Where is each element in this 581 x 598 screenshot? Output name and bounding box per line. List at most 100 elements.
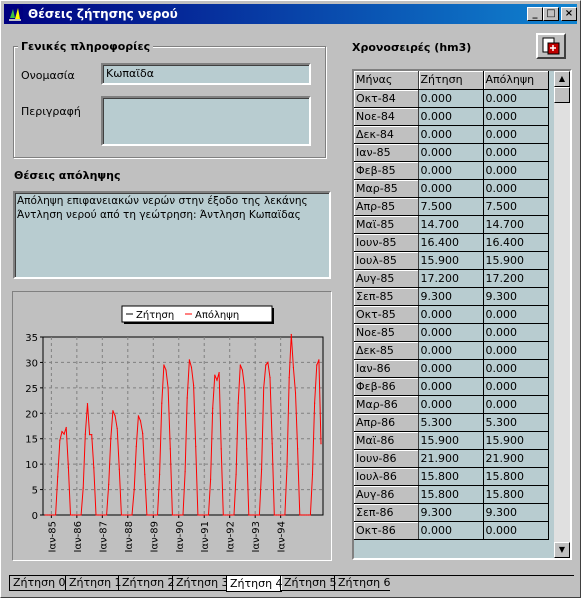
scroll-thumb[interactable] [554,87,570,103]
demand-cell[interactable]: 0.000 [418,161,484,180]
row-month-cell[interactable]: Φεβ-86 [354,377,419,396]
abstraction-list[interactable]: Απόληψη επιφανειακών νερών στην έξοδο τη… [13,191,331,279]
demand-cell[interactable]: 17.200 [418,269,484,288]
abstraction-cell[interactable]: 9.300 [483,503,549,522]
abstraction-cell[interactable]: 16.400 [483,233,549,252]
abstraction-cell[interactable]: 7.500 [483,197,549,216]
abstraction-cell[interactable]: 5.300 [483,413,549,432]
row-month-cell[interactable]: Φεβ-85 [354,161,419,180]
row-month-cell[interactable]: Οκτ-84 [354,89,419,108]
demand-cell[interactable]: 0.000 [418,323,484,342]
grid-scrollbar[interactable]: ▲ ▼ [554,71,570,558]
row-month-cell[interactable]: Μαρ-85 [354,179,419,198]
demand-cell[interactable]: 0.000 [418,179,484,198]
row-month-cell[interactable]: Σεπ-86 [354,503,419,522]
demand-cell[interactable]: 15.800 [418,467,484,486]
table-row[interactable]: Ιουλ-85 15.900 15.900 [354,251,549,270]
abstraction-cell[interactable]: 0.000 [483,161,549,180]
abstraction-cell[interactable]: 0.000 [483,323,549,342]
table-row[interactable]: Δεκ-85 0.000 0.000 [354,341,549,360]
table-row[interactable]: Νοε-85 0.000 0.000 [354,323,549,342]
demand-cell[interactable]: 14.700 [418,215,484,234]
column-header-abstraction[interactable]: Απόληψη [483,71,549,90]
row-month-cell[interactable]: Νοε-84 [354,107,419,126]
column-header-demand[interactable]: Ζήτηση [418,71,484,90]
table-row[interactable]: Σεπ-85 9.300 9.300 [354,287,549,306]
abstraction-cell[interactable]: 0.000 [483,89,549,108]
demand-cell[interactable]: 21.900 [418,449,484,468]
demand-cell[interactable]: 0.000 [418,107,484,126]
table-row[interactable]: Οκτ-85 0.000 0.000 [354,305,549,324]
row-month-cell[interactable]: Απρ-85 [354,197,419,216]
table-row[interactable]: Ιουλ-86 15.800 15.800 [354,467,549,486]
abstraction-cell[interactable]: 9.300 [483,287,549,306]
table-row[interactable]: Ιουν-85 16.400 16.400 [354,233,549,252]
table-row[interactable]: Μαρ-86 0.000 0.000 [354,395,549,414]
table-row[interactable]: Φεβ-85 0.000 0.000 [354,161,549,180]
title-bar[interactable]: Θέσεις ζήτησης νερού _ □ × [4,4,577,24]
row-month-cell[interactable]: Ιαν-86 [354,359,419,378]
row-month-cell[interactable]: Μαρ-86 [354,395,419,414]
timeseries-grid[interactable]: Μήνας Ζήτηση Απόληψη Οκτ-84 0.000 0.000 Νοε-84… [352,69,572,560]
demand-cell[interactable]: 7.500 [418,197,484,216]
maximize-button[interactable]: □ [543,7,559,21]
table-row[interactable]: Ιουν-86 21.900 21.900 [354,449,549,468]
row-month-cell[interactable]: Δεκ-85 [354,341,419,360]
tab-demand-0[interactable]: Ζήτηση 0 [9,575,67,591]
table-row[interactable]: Δεκ-84 0.000 0.000 [354,125,549,144]
table-row[interactable]: Οκτ-84 0.000 0.000 [354,89,549,108]
demand-cell[interactable]: 15.900 [418,431,484,450]
tab-demand-2[interactable]: Ζήτηση 2 [118,575,175,591]
abstraction-cell[interactable]: 0.000 [483,377,549,396]
abstraction-cell[interactable]: 0.000 [483,125,549,144]
row-month-cell[interactable]: Ιουλ-86 [354,467,419,486]
row-month-cell[interactable]: Αυγ-85 [354,269,419,288]
minimize-button[interactable]: _ [527,7,543,21]
row-month-cell[interactable]: Μαϊ-85 [354,215,419,234]
row-month-cell[interactable]: Δεκ-84 [354,125,419,144]
demand-cell[interactable]: 9.300 [418,503,484,522]
row-month-cell[interactable]: Αυγ-86 [354,485,419,504]
scroll-down-button[interactable]: ▼ [554,542,570,558]
demand-cell[interactable]: 15.800 [418,485,484,504]
row-month-cell[interactable]: Ιαν-85 [354,143,419,162]
abstraction-cell[interactable]: 0.000 [483,359,549,378]
scroll-up-button[interactable]: ▲ [554,71,570,87]
demand-cell[interactable]: 0.000 [418,305,484,324]
table-row[interactable]: Οκτ-86 0.000 0.000 [354,521,549,540]
demand-cell[interactable]: 16.400 [418,233,484,252]
column-header-month[interactable]: Μήνας [354,71,419,90]
abstraction-cell[interactable]: 0.000 [483,305,549,324]
demand-cell[interactable]: 9.300 [418,287,484,306]
abstraction-cell[interactable]: 0.000 [483,179,549,198]
abstraction-cell[interactable]: 15.800 [483,467,549,486]
demand-cell[interactable]: 0.000 [418,143,484,162]
demand-cell[interactable]: 0.000 [418,521,484,540]
demand-cell[interactable]: 0.000 [418,395,484,414]
abstraction-cell[interactable]: 0.000 [483,341,549,360]
row-month-cell[interactable]: Οκτ-86 [354,521,419,540]
table-row[interactable]: Απρ-85 7.500 7.500 [354,197,549,216]
abstraction-cell[interactable]: 15.900 [483,431,549,450]
table-row[interactable]: Μαϊ-86 15.900 15.900 [354,431,549,450]
tab-demand-4[interactable]: Ζήτηση 4 [226,576,283,592]
row-month-cell[interactable]: Σεπ-85 [354,287,419,306]
table-row[interactable]: Αυγ-85 17.200 17.200 [354,269,549,288]
tab-demand-5[interactable]: Ζήτηση 5 [280,575,337,591]
demand-cell[interactable]: 0.000 [418,341,484,360]
demand-cell[interactable]: 15.900 [418,251,484,270]
table-row[interactable]: Απρ-86 5.300 5.300 [354,413,549,432]
abstraction-cell[interactable]: 15.800 [483,485,549,504]
row-month-cell[interactable]: Νοε-85 [354,323,419,342]
row-month-cell[interactable]: Οκτ-85 [354,305,419,324]
table-row[interactable]: Ιαν-86 0.000 0.000 [354,359,549,378]
row-month-cell[interactable]: Ιουν-86 [354,449,419,468]
abstraction-cell[interactable]: 14.700 [483,215,549,234]
name-field[interactable]: Κωπαϊδα [101,63,311,85]
table-row[interactable]: Σεπ-86 9.300 9.300 [354,503,549,522]
row-month-cell[interactable]: Απρ-86 [354,413,419,432]
row-month-cell[interactable]: Μαϊ-86 [354,431,419,450]
row-month-cell[interactable]: Ιουν-85 [354,233,419,252]
demand-cell[interactable]: 0.000 [418,359,484,378]
abstraction-cell[interactable]: 0.000 [483,395,549,414]
